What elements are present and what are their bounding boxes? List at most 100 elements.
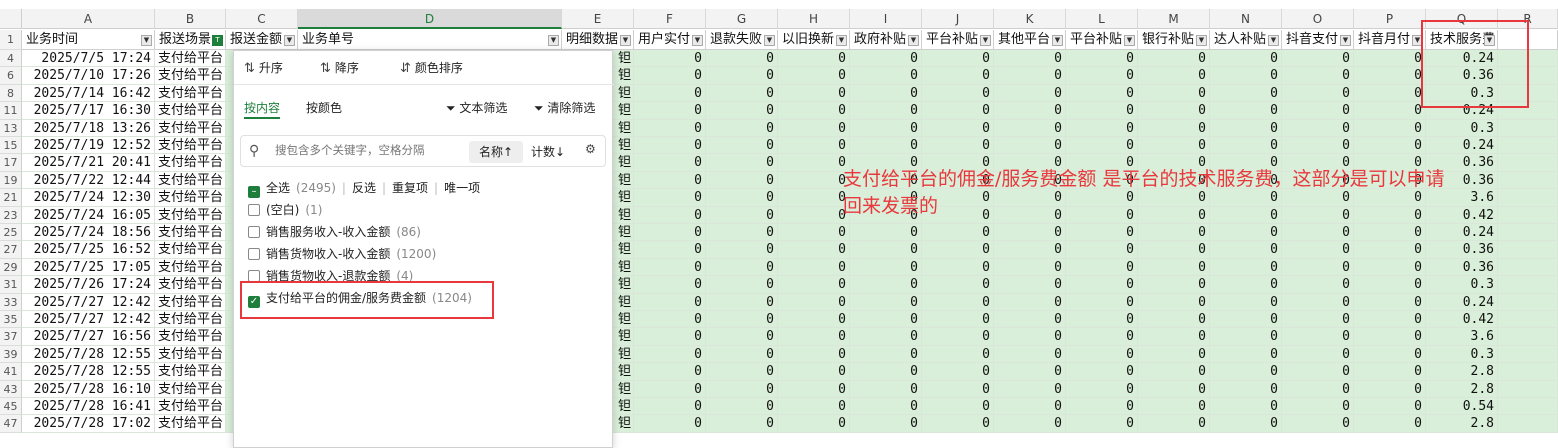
- cell-time[interactable]: 2025/7/28 16:10: [22, 380, 155, 398]
- cell-amount[interactable]: 0: [922, 293, 994, 311]
- cell-scene[interactable]: 支付给平台: [155, 137, 226, 155]
- cell-amount[interactable]: 0: [1138, 328, 1210, 346]
- cell-amount[interactable]: 0: [634, 67, 706, 85]
- cell-amount[interactable]: 0: [1210, 345, 1282, 364]
- cell-amount[interactable]: 0: [1138, 67, 1210, 85]
- cell-amount[interactable]: 0: [1354, 398, 1426, 416]
- filter-item[interactable]: (空白) (1): [248, 200, 322, 220]
- cell-amount[interactable]: 0: [706, 137, 778, 155]
- cell-amount[interactable]: 0: [634, 363, 706, 381]
- cell-amount[interactable]: 0: [1354, 258, 1426, 277]
- cell-amount[interactable]: 0: [706, 328, 778, 346]
- cell-amount[interactable]: 0: [850, 102, 922, 120]
- cell-amount[interactable]: 0: [778, 328, 850, 346]
- cell-amount[interactable]: 0: [1354, 345, 1426, 364]
- cell-amount[interactable]: 0: [1282, 398, 1354, 416]
- cell-scene[interactable]: 支付给平台: [155, 363, 226, 381]
- cell-empty[interactable]: [1498, 137, 1558, 155]
- row-header[interactable]: 6: [0, 67, 22, 85]
- cell-amount[interactable]: 0: [1210, 276, 1282, 294]
- filter-dropdown-icon[interactable]: ▼: [1124, 35, 1135, 46]
- cell-amount[interactable]: 0: [994, 119, 1066, 137]
- text-filter-button[interactable]: ⏷ 文本筛选: [446, 99, 507, 117]
- cell-amount[interactable]: 0: [1138, 380, 1210, 398]
- cell-time[interactable]: 2025/7/28 12:55: [22, 345, 155, 364]
- active-filter-icon[interactable]: T: [212, 35, 223, 46]
- cell-amount[interactable]: 0: [634, 224, 706, 242]
- cell-scene[interactable]: 支付给平台: [155, 258, 226, 277]
- cell-amount[interactable]: 0: [1210, 328, 1282, 346]
- cell-amount[interactable]: 0: [706, 50, 778, 68]
- cell-amount[interactable]: 0: [634, 206, 706, 224]
- cell-tech-fee[interactable]: 2.8: [1426, 363, 1498, 381]
- cell-amount[interactable]: 0: [778, 171, 850, 190]
- cell-amount[interactable]: 0: [1282, 328, 1354, 346]
- cell-amount[interactable]: 0: [634, 276, 706, 294]
- cell-tech-fee[interactable]: 2.8: [1426, 380, 1498, 398]
- cell-scene[interactable]: 支付给平台: [155, 206, 226, 224]
- cell-amount[interactable]: 0: [1138, 293, 1210, 311]
- row-header[interactable]: 11: [0, 102, 22, 120]
- cell-tech-fee[interactable]: 0.24: [1426, 293, 1498, 311]
- select-all-checkbox[interactable]: –: [248, 186, 260, 198]
- cell-amount[interactable]: 0: [1066, 84, 1138, 103]
- cell-amount[interactable]: 0: [1138, 102, 1210, 120]
- cell-amount[interactable]: 0: [634, 84, 706, 103]
- row-header[interactable]: 25: [0, 224, 22, 242]
- tab-by-content[interactable]: 按内容: [244, 99, 281, 119]
- cell-scene[interactable]: 支付给平台: [155, 380, 226, 398]
- cell-amount[interactable]: 0: [1210, 293, 1282, 311]
- cell-amount[interactable]: 0: [922, 50, 994, 68]
- cell-amount[interactable]: 0: [1066, 50, 1138, 68]
- cell-amount[interactable]: 0: [1138, 415, 1210, 433]
- cell-amount[interactable]: 0: [706, 67, 778, 85]
- cell-amount[interactable]: 0: [922, 363, 994, 381]
- cell-amount[interactable]: 0: [850, 363, 922, 381]
- cell-amount[interactable]: 0: [922, 311, 994, 329]
- row-header[interactable]: 1: [0, 30, 22, 50]
- cell-amount[interactable]: 0: [1138, 258, 1210, 277]
- column-header-n[interactable]: N: [1210, 9, 1282, 29]
- cell-amount[interactable]: 0: [706, 119, 778, 137]
- cell-amount[interactable]: 0: [634, 415, 706, 433]
- cell-amount[interactable]: 0: [706, 206, 778, 224]
- cell-time[interactable]: 2025/7/25 17:05: [22, 258, 155, 277]
- row-header[interactable]: 41: [0, 363, 22, 381]
- cell-amount[interactable]: 0: [634, 328, 706, 346]
- cell-amount[interactable]: 0: [778, 154, 850, 172]
- cell-amount[interactable]: 0: [922, 380, 994, 398]
- row-header[interactable]: 13: [0, 119, 22, 137]
- cell-amount[interactable]: 0: [994, 293, 1066, 311]
- cell-amount[interactable]: 0: [1066, 380, 1138, 398]
- cell-amount[interactable]: 0: [994, 241, 1066, 259]
- sort-desc-button[interactable]: ⇅ 降序: [320, 59, 359, 77]
- cell-empty[interactable]: [1498, 224, 1558, 242]
- cell-amount[interactable]: 0: [850, 398, 922, 416]
- cell-scene[interactable]: 支付给平台: [155, 398, 226, 416]
- row-header[interactable]: 29: [0, 258, 22, 277]
- cell-time[interactable]: 2025/7/25 16:52: [22, 241, 155, 259]
- row-header[interactable]: 4: [0, 50, 22, 68]
- cell-amount[interactable]: 0: [1210, 363, 1282, 381]
- cell-amount[interactable]: 0: [994, 258, 1066, 277]
- cell-amount[interactable]: 0: [1354, 224, 1426, 242]
- cell-amount[interactable]: 0: [994, 224, 1066, 242]
- cell-amount[interactable]: 0: [1210, 224, 1282, 242]
- column-header-c[interactable]: C: [226, 9, 298, 29]
- cell-amount[interactable]: 0: [994, 328, 1066, 346]
- filter-dropdown-icon[interactable]: ▼: [908, 35, 919, 46]
- cell-amount[interactable]: 0: [706, 293, 778, 311]
- cell-amount[interactable]: 0: [922, 102, 994, 120]
- cell-scene[interactable]: 支付给平台: [155, 328, 226, 346]
- filter-item[interactable]: 销售货物收入-收入金额 (1200): [248, 244, 436, 264]
- cell-amount[interactable]: 0: [1138, 345, 1210, 364]
- cell-amount[interactable]: 0: [922, 67, 994, 85]
- cell-amount[interactable]: 0: [1282, 50, 1354, 68]
- cell-amount[interactable]: 0: [1354, 415, 1426, 433]
- cell-scene[interactable]: 支付给平台: [155, 293, 226, 311]
- row-header[interactable]: 21: [0, 189, 22, 207]
- cell-amount[interactable]: 0: [1138, 137, 1210, 155]
- select-all-corner[interactable]: [0, 9, 22, 29]
- filter-dropdown-icon[interactable]: ▼: [1196, 35, 1207, 46]
- cell-amount[interactable]: 0: [634, 50, 706, 68]
